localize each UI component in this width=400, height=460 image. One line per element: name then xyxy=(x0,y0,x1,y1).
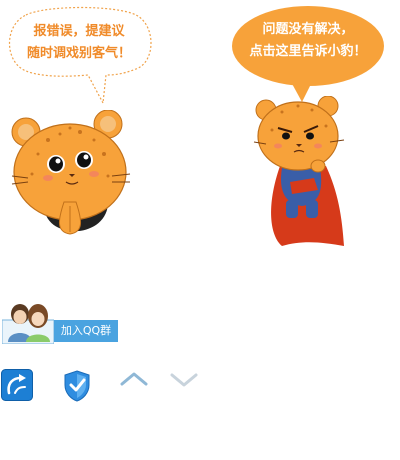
share-button[interactable] xyxy=(1,369,33,401)
group-avatar-icon xyxy=(2,304,54,344)
leopard-mascot-superhero[interactable] xyxy=(252,95,352,248)
help-bubble-line1: 问题没有解决， xyxy=(262,22,354,37)
help-feedback-bubble[interactable]: 问题没有解决， 点击这里告诉小豹！ xyxy=(232,6,384,102)
chevron-down-icon xyxy=(170,373,198,387)
join-qq-group-widget[interactable]: 加入QQ群 xyxy=(2,298,120,346)
help-bubble-line2: 点击这里告诉小豹！ xyxy=(249,44,367,59)
share-icon xyxy=(1,369,33,401)
report-bubble-line1: 报错误，提建议 xyxy=(33,24,125,39)
report-bubble-line2: 随时调戏别客气！ xyxy=(26,46,131,61)
scroll-up-button[interactable] xyxy=(118,370,150,390)
report-feedback-bubble[interactable]: 报错误，提建议 随时调戏别客气！ xyxy=(6,6,152,105)
scroll-down-button[interactable] xyxy=(168,370,200,390)
join-qq-group-button[interactable]: 加入QQ群 xyxy=(54,320,118,342)
leopard-bowing-illustration xyxy=(11,109,131,235)
leopard-superhero-illustration xyxy=(253,95,345,246)
leopard-mascot-bowing[interactable] xyxy=(8,109,138,245)
shield-check-icon xyxy=(64,370,90,402)
security-button[interactable] xyxy=(61,369,93,403)
chevron-up-icon xyxy=(120,372,148,386)
